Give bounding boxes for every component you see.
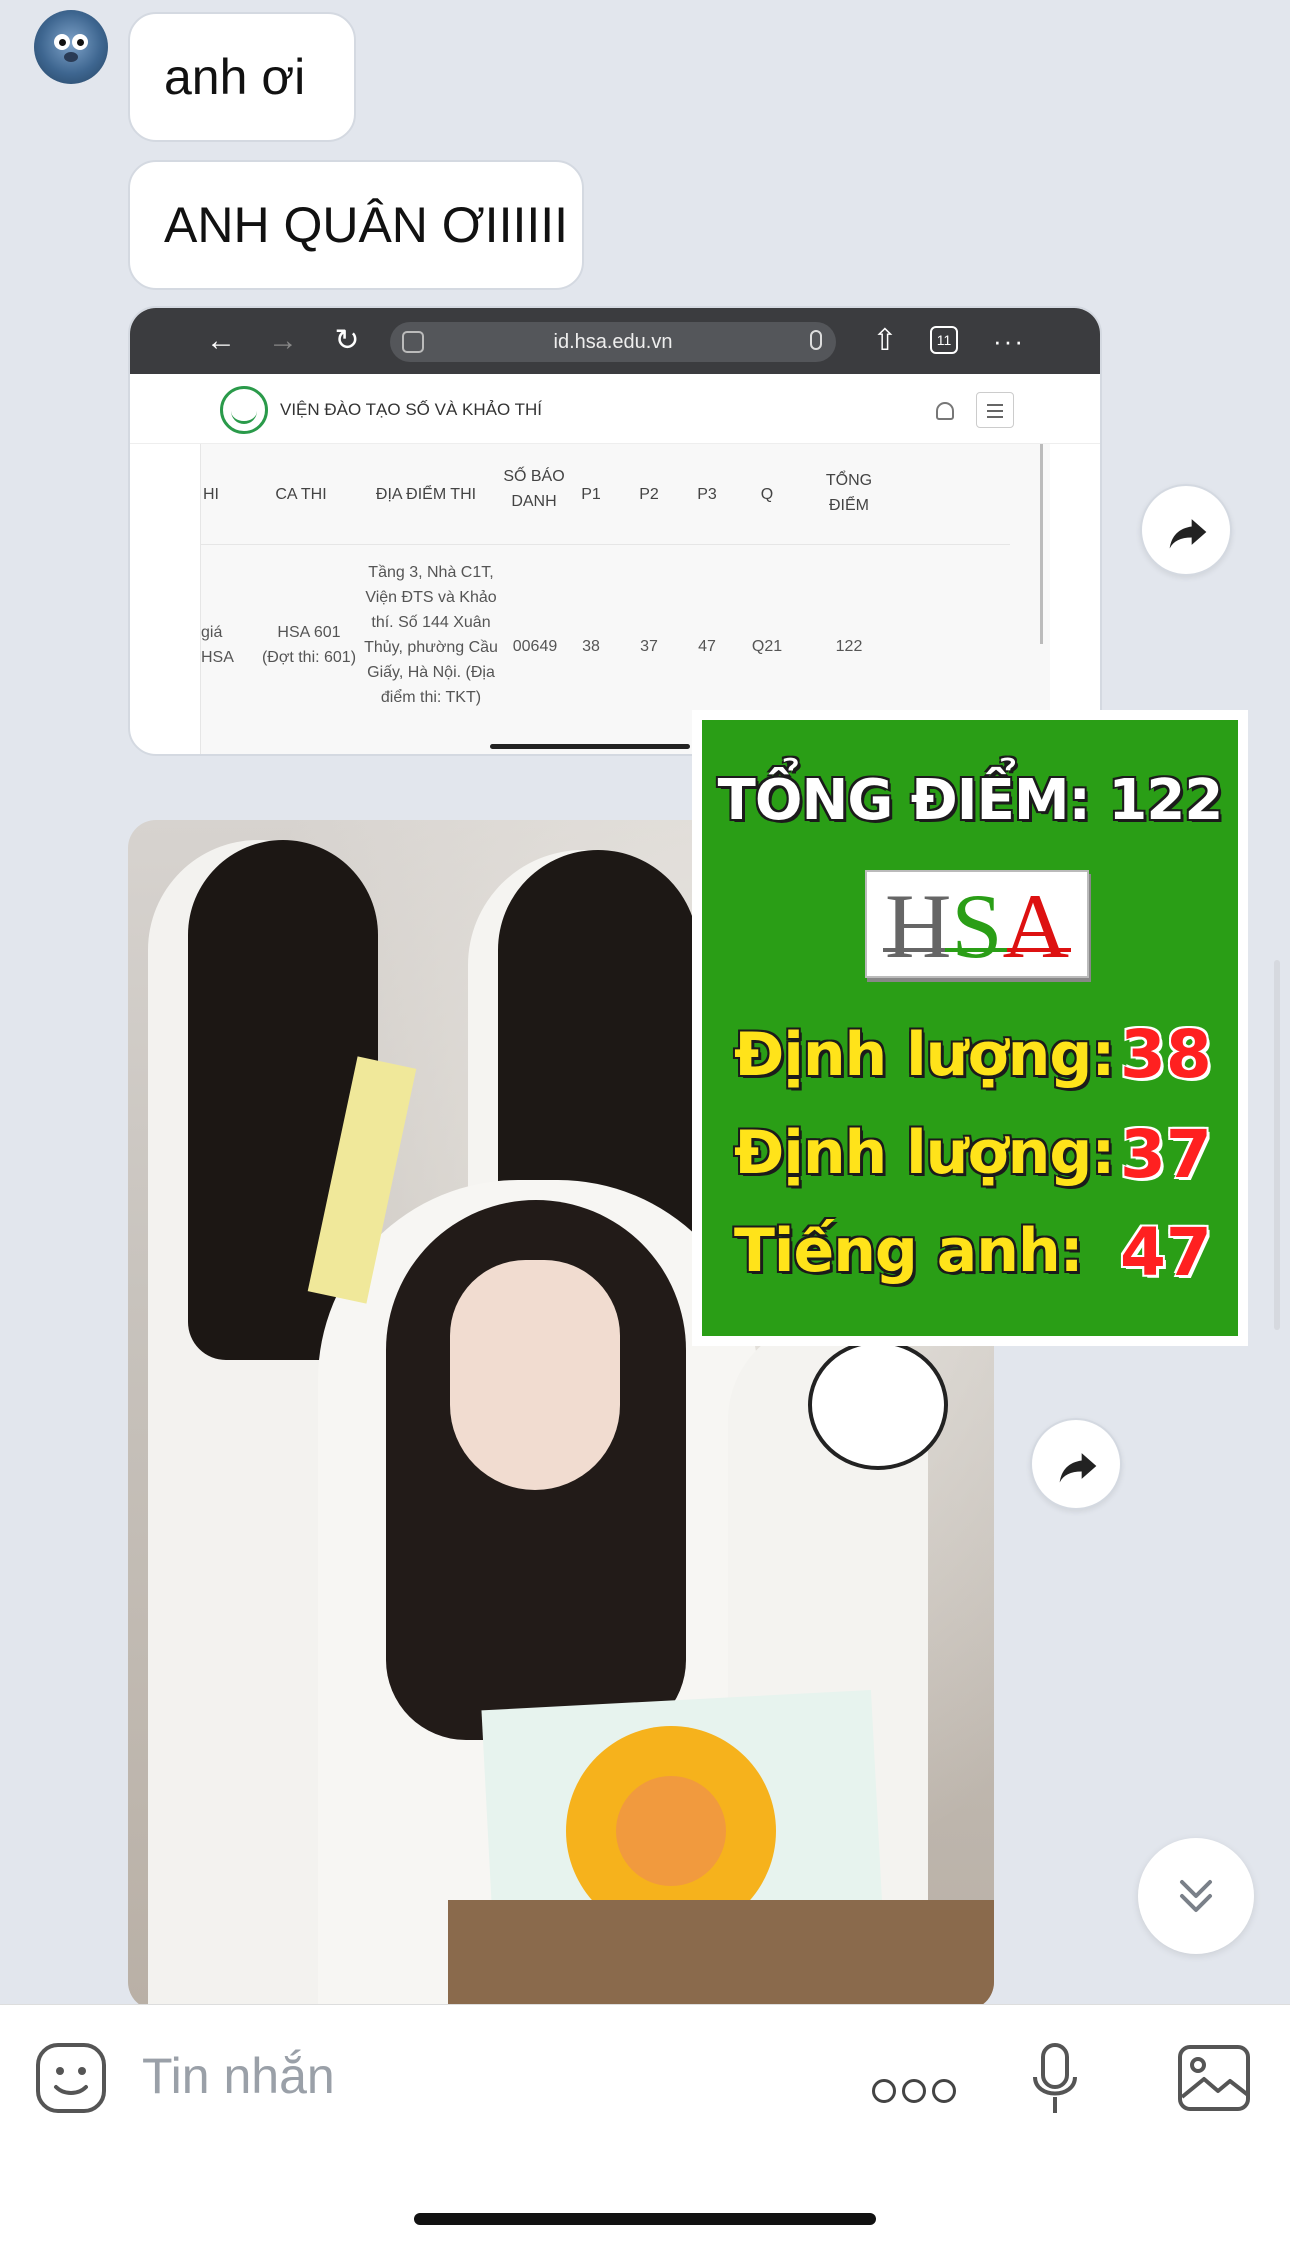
message-text: ANH QUÂN ƠIIIIII	[164, 197, 569, 253]
forward-share-icon	[1169, 519, 1207, 549]
forward-share-icon	[1059, 1453, 1097, 1483]
photo-desk	[448, 1900, 994, 2010]
table-cell: HSA 601 (Đợt thi: 601)	[261, 624, 357, 666]
more-dots-icon[interactable]	[872, 2079, 962, 2108]
chevron-double-down-icon	[1180, 1880, 1212, 1912]
menu-icon	[976, 392, 1014, 428]
table-cell: 37	[640, 638, 658, 655]
share-icon: ⇧	[872, 324, 898, 357]
site-logo	[220, 386, 268, 434]
scroll-to-bottom-button[interactable]	[1138, 1838, 1254, 1954]
message-input[interactable]: Tin nhắn	[142, 2047, 335, 2105]
table-scrollbar	[1040, 444, 1043, 644]
tabs-icon: 11	[930, 326, 958, 354]
table-header: TỔNG ĐIỂM	[825, 472, 873, 514]
table-header: ĐỊA ĐIỂM THI	[375, 486, 477, 503]
score-value: 38	[1120, 1016, 1212, 1093]
back-icon: ←	[206, 324, 236, 357]
message-bubble[interactable]: anh ơi	[128, 12, 356, 142]
photo-face	[450, 1260, 620, 1490]
table-header: P3	[697, 486, 717, 503]
score-title: TỔNG ĐIỂM: 122	[717, 768, 1224, 833]
avatar-eye-left	[54, 34, 70, 50]
avatar[interactable]	[34, 10, 108, 84]
score-label: Định lượng:	[734, 1020, 1115, 1090]
forward-share-button[interactable]	[1140, 484, 1232, 576]
cat-face-sticker	[808, 1340, 948, 1470]
table-divider	[201, 544, 1010, 545]
table-header: HI	[203, 486, 219, 503]
table-cell: 00649	[512, 638, 558, 655]
chat-scrollbar[interactable]	[1274, 960, 1280, 1330]
table-header: P2	[639, 486, 659, 503]
site-title: VIỆN ĐÀO TẠO SỐ VÀ KHẢO THÍ	[280, 400, 542, 419]
table-header: CA THI	[275, 486, 327, 503]
score-label: Định lượng:	[734, 1118, 1115, 1188]
avatar-eye-right	[72, 34, 88, 50]
voice-icon[interactable]	[1030, 2041, 1080, 2119]
avatar-nose	[64, 52, 78, 62]
bell-icon	[936, 402, 954, 420]
forward-share-button[interactable]	[1030, 1418, 1122, 1510]
image-icon[interactable]	[1176, 2043, 1252, 2113]
browser-toolbar: ← → ↻ id.hsa.edu.vn ⇧ 11 ···	[130, 308, 1100, 374]
screenshot-image-message[interactable]: ← → ↻ id.hsa.edu.vn ⇧ 11 ··· VIỆN ĐÀO TẠ…	[128, 306, 1102, 756]
message-input-bar: Tin nhắn	[0, 2004, 1290, 2250]
url-text: id.hsa.edu.vn	[553, 330, 673, 353]
hsa-logo: HSA	[865, 870, 1089, 978]
message-text: anh ơi	[164, 49, 306, 105]
score-label: Tiếng anh:	[734, 1216, 1084, 1286]
score-overlay-card: TỔNG ĐIỂM: 122 HSA Định lượng: 38 Định l…	[692, 710, 1248, 1346]
table-header: SỐ BÁO DANH	[503, 468, 565, 510]
table-cell: 38	[582, 638, 600, 655]
url-bar: id.hsa.edu.vn	[390, 322, 836, 362]
score-value: 47	[1120, 1214, 1212, 1291]
photo-sun-face	[616, 1776, 726, 1886]
table-cell: Tầng 3, Nhà C1T, Viện ĐTS và Khảo thí. S…	[364, 564, 498, 706]
site-settings-icon	[402, 331, 424, 353]
score-overlay-panel: TỔNG ĐIỂM: 122 HSA Định lượng: 38 Định l…	[702, 720, 1238, 1336]
table-header: Q	[760, 486, 774, 503]
message-bubble[interactable]: ANH QUÂN ƠIIIIII	[128, 160, 584, 290]
home-indicator	[490, 744, 690, 749]
table-header: P1	[581, 486, 601, 503]
forward-icon: →	[268, 324, 298, 357]
table-cell: giá HSA	[201, 624, 234, 666]
more-icon: ···	[993, 326, 1025, 356]
sticker-icon[interactable]	[34, 2041, 110, 2117]
table-cell: 122	[835, 638, 863, 655]
site-header: VIỆN ĐÀO TẠO SỐ VÀ KHẢO THÍ	[130, 374, 1100, 444]
score-value: 37	[1120, 1116, 1212, 1193]
home-indicator	[414, 2213, 876, 2225]
mic-icon	[810, 330, 822, 350]
reload-icon: ↻	[334, 324, 360, 357]
table-cell: Q21	[751, 638, 783, 655]
table-cell: 47	[698, 638, 716, 655]
